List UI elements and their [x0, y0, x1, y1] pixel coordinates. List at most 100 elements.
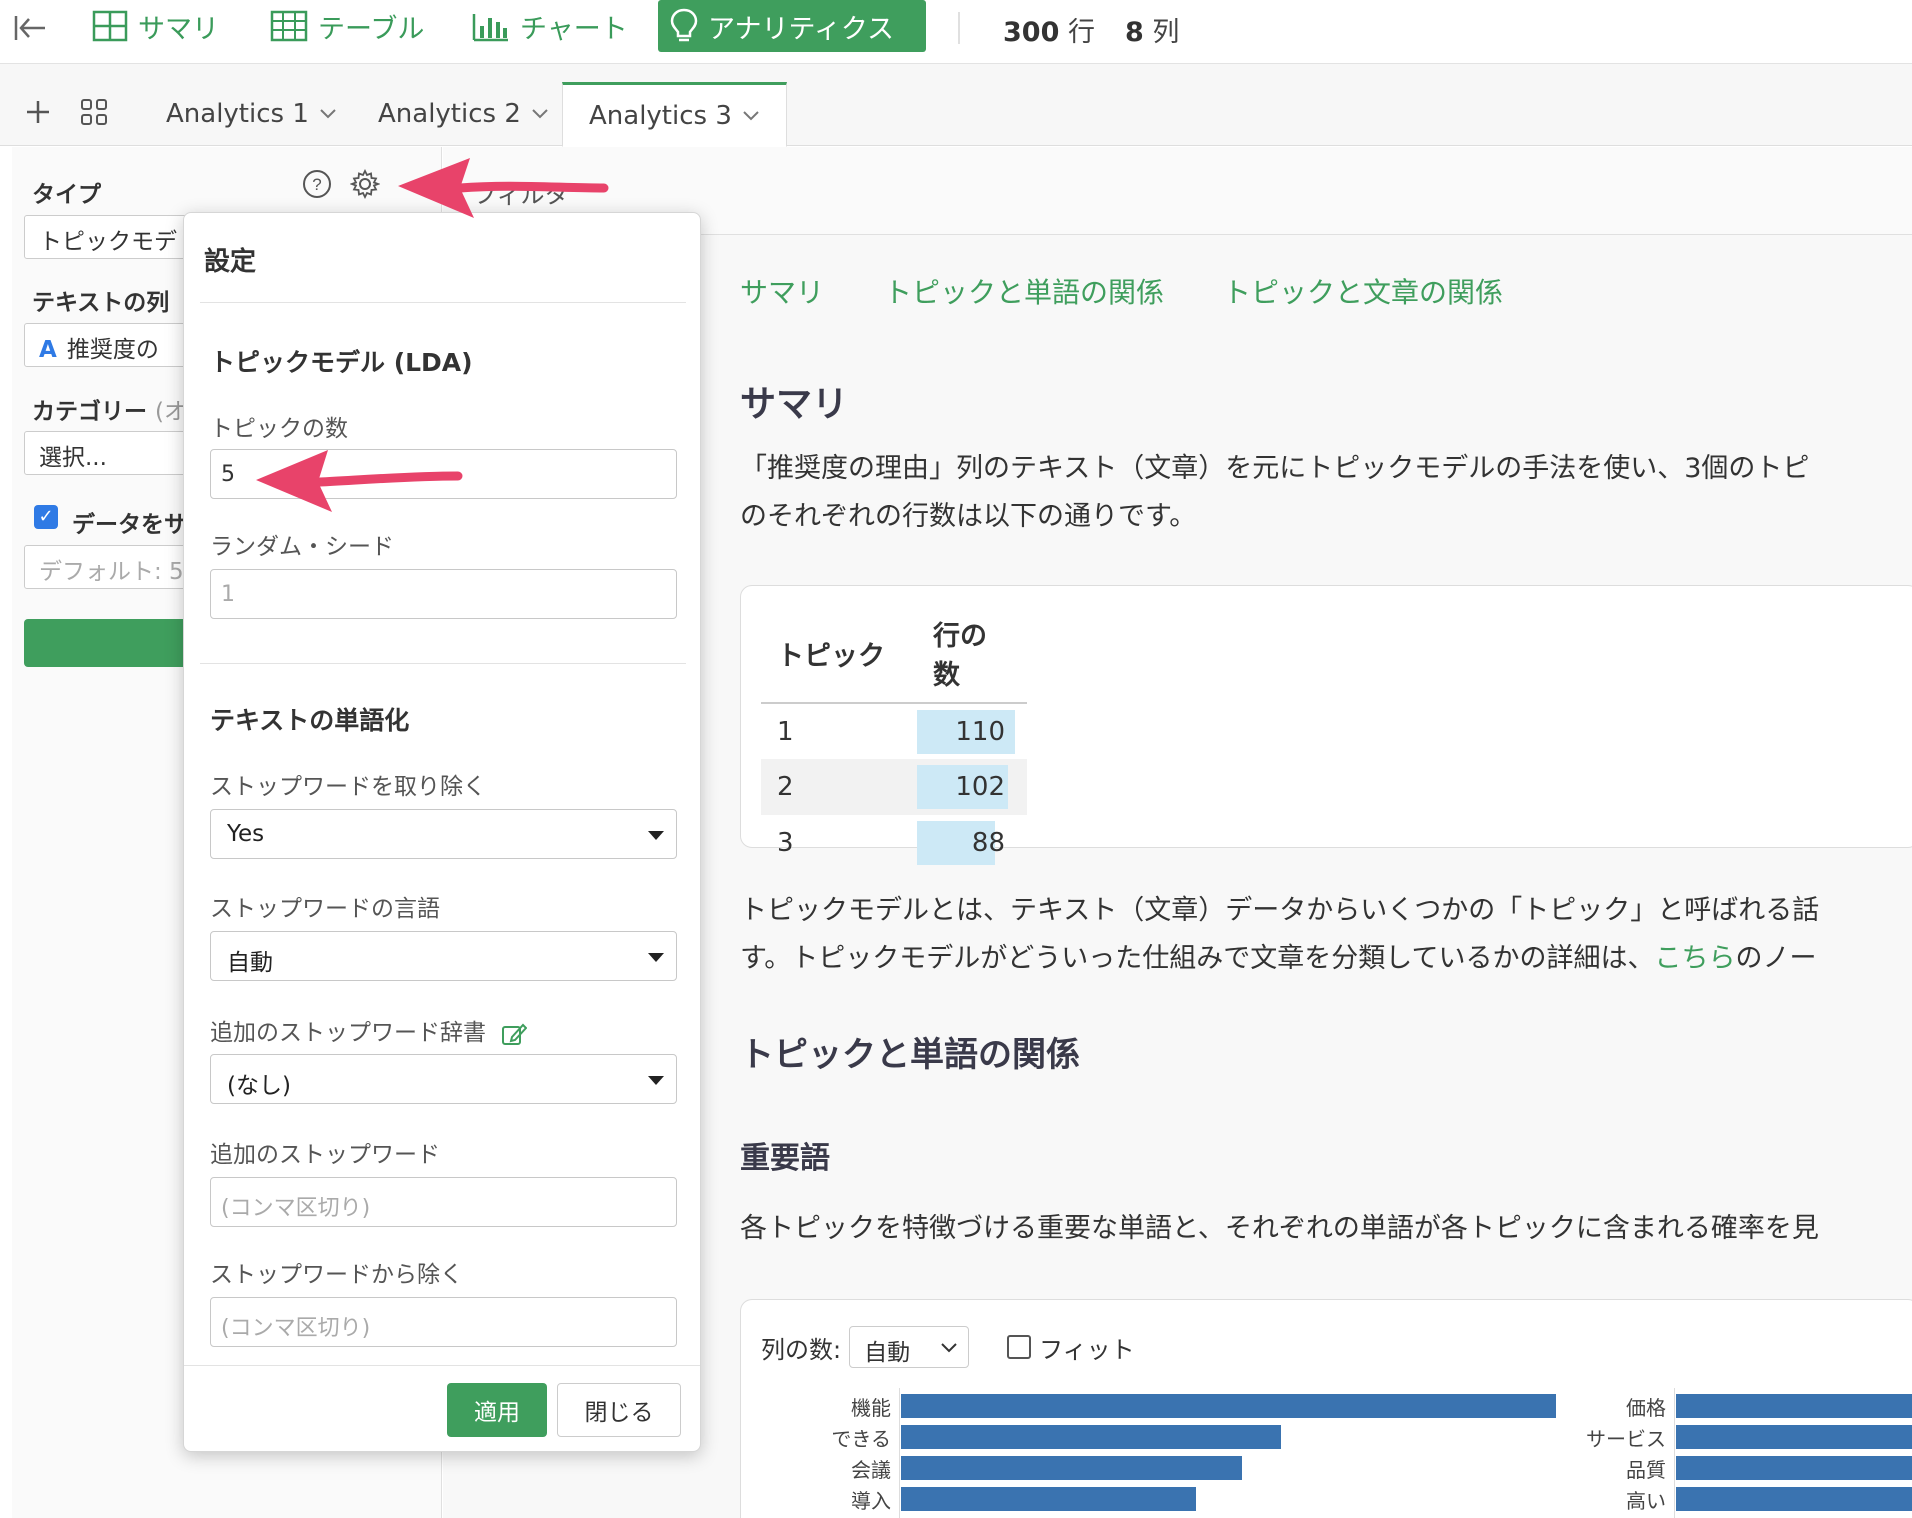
nav-analytics[interactable]: アナリティクス — [658, 0, 926, 52]
chart-axis-line — [1674, 1388, 1675, 1518]
chart-controls: 列の数: 自動 フィット — [761, 1326, 1135, 1368]
caret-down-icon — [648, 953, 664, 962]
settings-button[interactable] — [348, 167, 382, 201]
extra-stopwords-input[interactable]: (コンマ区切り) — [210, 1177, 677, 1227]
remove-stopwords-select[interactable]: Yes — [210, 809, 677, 859]
category-label-text: カテゴリー — [32, 399, 147, 425]
chevron-down-icon — [743, 110, 759, 120]
sample-checkbox[interactable]: ✓ — [34, 505, 58, 529]
tab-list-button[interactable] — [76, 94, 112, 130]
columns-label: 列の数: — [761, 1335, 842, 1364]
num-topics-input[interactable]: 5 — [210, 449, 677, 499]
stopword-language-value: 自動 — [227, 950, 273, 976]
chart-category-label: 会議 — [851, 1458, 891, 1482]
text-column-label: テキストの列 — [32, 290, 170, 316]
chart-bar — [1676, 1487, 1912, 1511]
nav-table-label: テーブル — [318, 13, 425, 45]
nav-chart-label: チャート — [520, 13, 628, 45]
close-button[interactable]: 閉じる — [557, 1383, 681, 1437]
extra-stopwords-label: 追加のストップワード — [210, 1142, 440, 1168]
help-button[interactable]: ? — [300, 167, 334, 201]
bar-chart-icon — [472, 14, 508, 42]
chart-axis-line — [899, 1388, 900, 1518]
edit-icon[interactable] — [501, 1021, 528, 1047]
chart-card: 列の数: 自動 フィット 機能 できる 会議 導入 価格 サービス 品質 高い — [740, 1299, 1912, 1518]
fit-checkbox[interactable] — [1007, 1335, 1032, 1359]
filter-label[interactable]: フィルタ — [473, 175, 569, 210]
svg-text:?: ? — [312, 175, 321, 194]
chart-category-label: 高い — [1626, 1489, 1666, 1513]
topic-para-text-end: のノー — [1735, 943, 1817, 974]
topic-count-table: トピック 行の数 1 110 2 102 3 88 — [761, 606, 1027, 871]
topic-words-heading: トピックと単語の関係 — [740, 1035, 1080, 1075]
tab-label: Analytics 2 — [378, 99, 521, 129]
remove-stopwords-label: ストップワードを取り除く — [210, 774, 486, 800]
grid-four-icon — [81, 99, 107, 125]
count-cell: 102 — [917, 759, 1027, 815]
row-count-unit: 行 — [1067, 17, 1095, 48]
summary-paragraph-line-2: のそれぞれの行数は以下の通りです。 — [740, 501, 1197, 532]
random-seed-input[interactable]: 1 — [210, 569, 677, 619]
count-value: 102 — [955, 772, 1005, 802]
tab-analytics-3[interactable]: Analytics 3 — [562, 82, 787, 147]
chevron-down-icon — [941, 1343, 957, 1353]
row-count-value: 300 — [1003, 17, 1060, 48]
row-count: 300 行 — [1003, 10, 1095, 49]
chart-bar — [901, 1487, 1196, 1511]
tab-analytics-1[interactable]: Analytics 1 — [140, 82, 363, 146]
top-toolbar: サマリ テーブル チャート アナリティクス 300 行 8 列 — [0, 0, 1912, 64]
add-tab-button[interactable] — [20, 94, 56, 130]
nav-summary[interactable]: サマリ — [80, 0, 231, 52]
text-type-icon: A — [39, 337, 57, 363]
nav-table[interactable]: テーブル — [258, 0, 436, 52]
nav-summary-label: サマリ — [138, 13, 219, 45]
nav-analytics-label: アナリティクス — [708, 13, 895, 45]
chart-bar — [901, 1456, 1242, 1480]
chart-bar — [1676, 1425, 1912, 1449]
important-words-heading: 重要語 — [740, 1141, 830, 1176]
exclude-stopwords-input[interactable]: (コンマ区切り) — [210, 1297, 677, 1347]
analytics-tab-bar: Analytics 1 Analytics 2 Analytics 3 — [0, 64, 1912, 147]
topic-cell: 3 — [777, 828, 794, 858]
report-nav-topic-words[interactable]: トピックと単語の関係 — [884, 271, 1164, 311]
summary-paragraph-line-1: 「推奨度の理由」列のテキスト（文章）を元にトピックモデルの手法を使い、3個のトピ — [740, 453, 1810, 484]
count-value: 110 — [955, 716, 1005, 747]
chart-bar — [901, 1394, 1556, 1418]
chart-category-label: 価格 — [1626, 1396, 1666, 1420]
stopword-dictionary-select[interactable]: (なし) — [210, 1054, 677, 1104]
nav-chart[interactable]: チャート — [460, 0, 640, 52]
topic-cell: 2 — [761, 759, 917, 815]
stopword-language-label: ストップワードの言語 — [210, 896, 440, 922]
report-nav-summary[interactable]: サマリ — [740, 271, 824, 311]
docs-link[interactable]: こちら — [1655, 943, 1736, 974]
tab-analytics-2[interactable]: Analytics 2 — [352, 82, 575, 146]
collapse-left-button[interactable] — [10, 8, 50, 48]
settings-popup: 設定 トピックモデル (LDA) トピックの数 5 ランダム・シード 1 テキス… — [183, 212, 701, 1452]
columns-select[interactable]: 自動 — [849, 1326, 970, 1368]
chart-bar — [1676, 1456, 1912, 1480]
chart-category-label: サービス — [1586, 1427, 1666, 1451]
chart-category-label: できる — [831, 1427, 891, 1451]
apply-button[interactable]: 適用 — [447, 1383, 547, 1437]
stopword-dictionary-value: (なし) — [227, 1073, 291, 1099]
chart-category-label: 導入 — [851, 1489, 891, 1513]
chevron-down-icon — [320, 109, 336, 119]
column-count: 8 列 — [1125, 10, 1179, 49]
stopword-dictionary-label: 追加のストップワード辞書 — [210, 1013, 528, 1047]
chart-category-label: 品質 — [1626, 1458, 1666, 1482]
remove-stopwords-value: Yes — [227, 821, 265, 847]
lda-section-heading: トピックモデル (LDA) — [210, 348, 473, 377]
report-nav-topic-docs[interactable]: トピックと文章の関係 — [1223, 271, 1503, 311]
random-seed-label: ランダム・シード — [210, 534, 394, 560]
stopword-language-select[interactable]: 自動 — [210, 931, 677, 981]
table-icon — [270, 10, 308, 42]
popup-footer-divider — [184, 1365, 700, 1366]
question-circle-icon: ? — [303, 170, 331, 198]
topic-model-paragraph-line-2: す。トピックモデルがどういった仕組みで文章を分類しているかの詳細は、こちらのノー — [740, 935, 1817, 983]
toolbar-divider — [958, 12, 960, 44]
num-topics-label: トピックの数 — [210, 416, 348, 442]
chart-bar — [901, 1425, 1281, 1449]
topic-para-text: す。トピックモデルがどういった仕組みで文章を分類しているかの詳細は、 — [740, 943, 1655, 974]
chevron-down-icon — [532, 109, 548, 119]
count-cell: 88 — [917, 815, 1027, 871]
